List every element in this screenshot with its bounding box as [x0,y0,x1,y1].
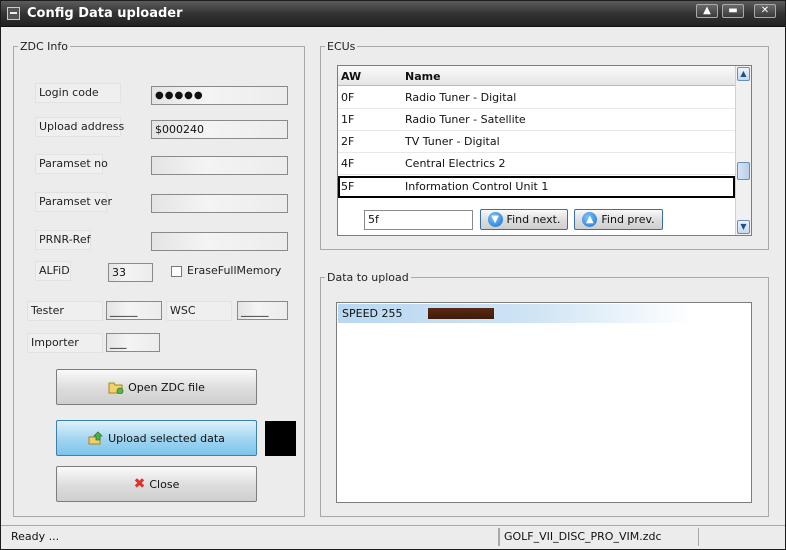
ecu-name: Central Electrics 2 [405,157,506,170]
minimize-button[interactable]: ▬ [722,4,744,18]
erase-full-memory-label: EraseFullMemory [187,264,282,277]
ecu-name: TV Tuner - Digital [405,135,500,148]
ecu-row-selected[interactable]: 5F Information Control Unit 1 [338,176,735,198]
paramset-no-label: Paramset no [35,154,108,174]
tester-field[interactable]: _____ [106,301,162,320]
upload-selected-data-label: Upload selected data [108,431,225,445]
find-prev-label: Find prev. [601,213,655,226]
upload-address-field[interactable]: $000240 [151,120,288,139]
column-header-aw[interactable]: AW [341,70,361,83]
ecu-aw: 4F [341,157,355,170]
scrollbar-thumb[interactable] [737,162,750,180]
ecu-row[interactable]: 0F Radio Tuner - Digital [338,87,735,109]
upload-address-label: Upload address [35,117,124,137]
app-window: Config Data uploader ▲ ▬ ✕ ZDC Info Logi… [0,0,786,550]
importer-label: Importer [27,333,103,353]
paramset-ver-field[interactable] [151,194,288,213]
ecu-row[interactable]: 1F Radio Tuner - Satellite [338,109,735,131]
ecu-name: Radio Tuner - Digital [405,91,517,104]
importer-field[interactable]: ___ [106,333,160,352]
find-next-label: Find next. [506,213,561,226]
alfid-field[interactable]: 33 [108,263,153,282]
prnr-ref-field[interactable] [151,232,288,251]
scroll-up-icon[interactable]: ▲ [737,67,750,81]
find-prev-button[interactable]: ▲ Find prev. [574,209,663,230]
title-bar[interactable]: Config Data uploader ▲ ▬ ✕ [1,1,785,27]
ecu-name: Radio Tuner - Satellite [405,113,526,126]
close-button[interactable]: ✖ Close [56,466,257,502]
ecu-list-header: AW Name [338,66,735,86]
scroll-down-icon[interactable]: ▼ [737,220,750,234]
upload-icon [88,431,104,445]
data-item-bar [428,308,494,319]
erase-full-memory-checkbox[interactable] [171,266,182,277]
paramset-ver-label: Paramset ver [35,192,112,212]
ecu-aw: 0F [341,91,355,104]
zdc-info-legend: ZDC Info [18,40,71,53]
login-code-field[interactable]: ●●●●● [151,86,288,105]
status-bar: Ready ... GOLF_VII_DISC_PRO_VIM.zdc [1,525,785,549]
column-header-name[interactable]: Name [405,70,441,83]
prnr-ref-label: PRNR-Ref [35,230,91,250]
status-message: Ready ... [7,528,499,546]
status-indicator [265,421,296,456]
folder-open-icon [108,382,124,394]
wsc-label: WSC [166,301,232,321]
arrow-down-icon: ▼ [487,212,503,227]
open-zdc-file-label: Open ZDC file [128,380,205,394]
upload-selected-data-button[interactable]: Upload selected data [56,420,257,456]
close-window-button[interactable]: ✕ [754,4,776,18]
ecu-aw: 1F [341,113,355,126]
close-x-icon: ✖ [133,476,146,492]
ecu-search-input[interactable]: 5f [364,210,473,230]
ecu-aw: 2F [341,135,355,148]
ecu-list-scrollbar[interactable]: ▲ ▼ [735,66,751,235]
data-item-label: SPEED 255 [342,307,403,320]
find-next-button[interactable]: ▼ Find next. [480,209,568,230]
data-item[interactable]: SPEED 255 [338,304,693,323]
window-menu-icon[interactable] [7,7,20,20]
status-file: GOLF_VII_DISC_PRO_VIM.zdc [499,528,699,546]
alfid-label: ALFiD [35,261,71,281]
login-code-label: Login code [35,83,121,103]
data-to-upload-list: SPEED 255 [336,302,752,503]
ecu-row[interactable]: 2F TV Tuner - Digital [338,131,735,153]
ecu-aw: 5F [341,180,355,193]
open-zdc-file-button[interactable]: Open ZDC file [56,369,257,405]
rollup-button[interactable]: ▲ [696,4,718,18]
wsc-field[interactable]: _____ [237,301,288,320]
ecu-name: Information Control Unit 1 [405,180,549,193]
tester-label: Tester [27,301,103,321]
data-to-upload-legend: Data to upload [325,271,411,284]
close-label: Close [149,477,180,491]
paramset-no-field[interactable] [151,156,288,175]
arrow-up-icon: ▲ [582,212,598,227]
ecu-list: AW Name 0F Radio Tuner - Digital 1F Radi… [337,65,752,236]
ecus-legend: ECUs [325,40,358,53]
ecu-row[interactable]: 4F Central Electrics 2 [338,153,735,175]
window-title: Config Data uploader [27,6,183,21]
